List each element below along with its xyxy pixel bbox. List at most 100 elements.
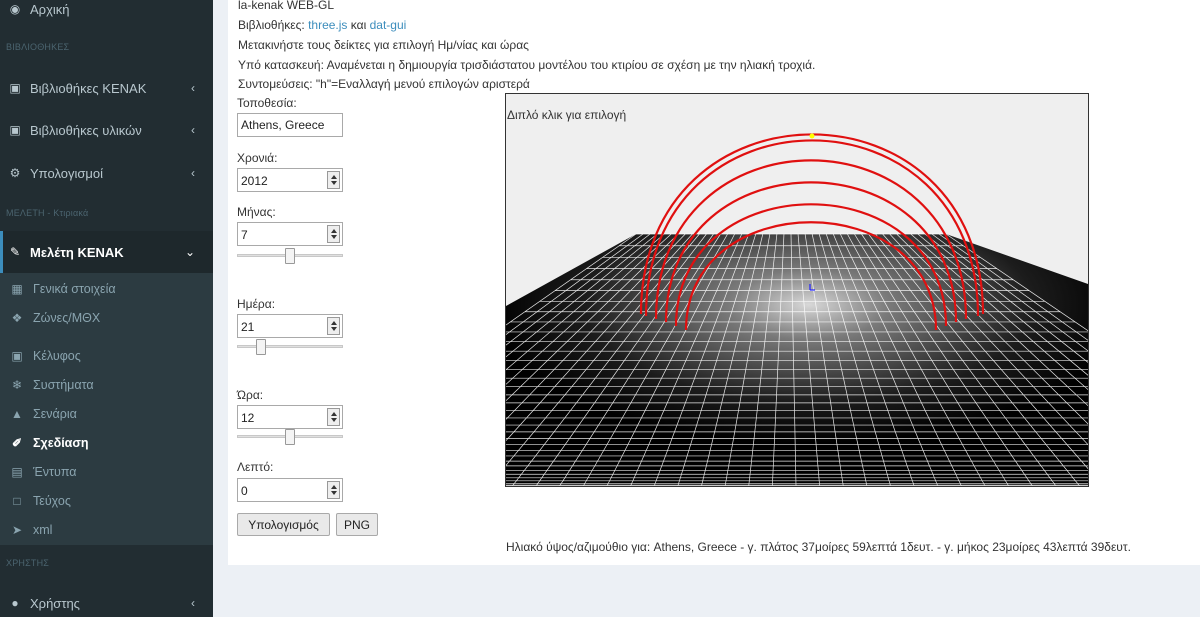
sidebar-subitem-booklet[interactable]: □ Τεύχος	[0, 491, 213, 511]
sidebar-subitem-forms[interactable]: ▤ Έντυπα	[0, 462, 213, 482]
sidebar-item-user[interactable]: ● Χρήστης ‹	[0, 591, 213, 615]
instructions-text: Μετακινήστε τους δείκτες για επιλογή Ημ/…	[238, 38, 529, 52]
png-export-button[interactable]: PNG	[336, 513, 378, 536]
sidebar-item-label: Βιβλιοθήκες ΚΕΝΑΚ	[30, 80, 147, 96]
send-icon: ➤	[11, 523, 23, 537]
slider-track	[237, 345, 343, 348]
solar-status-text: Ηλιακό ύψος/αζιμούθιο για: Athens, Greec…	[506, 540, 1131, 554]
spinner-arrows-icon[interactable]	[327, 481, 340, 499]
sidebar-item-calculations[interactable]: ⚙ Υπολογισμοί ‹	[0, 161, 213, 185]
slider-thumb[interactable]	[285, 248, 295, 264]
sidebar-subitem-systems[interactable]: ❄ Συστήματα	[0, 375, 213, 395]
sidebar-subitem-label: Σενάρια	[33, 407, 77, 421]
paint-brush-icon: ✐	[11, 436, 23, 450]
shortcuts-text: Συντομεύσεις: "h"=Εναλλαγή μενού επιλογώ…	[238, 77, 530, 91]
datgui-link[interactable]: dat-gui	[370, 18, 407, 32]
sidebar-subitem-scenarios[interactable]: ▲ Σενάρια	[0, 404, 213, 424]
sun-path-scene[interactable]	[506, 94, 1088, 486]
sidebar-item-kenak-study[interactable]: ✎ Μελέτη ΚΕΝΑΚ ⌄	[0, 231, 213, 273]
chevron-left-icon: ‹	[191, 123, 195, 137]
sidebar-subitem-label: Συστήματα	[33, 378, 94, 392]
hour-value: 12	[241, 411, 255, 425]
sidebar-subitem-label: xml	[33, 523, 53, 537]
spinner-arrows-icon[interactable]	[327, 408, 340, 426]
minute-spinner[interactable]: 0	[237, 478, 343, 502]
sidebar-item-label: Αρχική	[30, 1, 70, 17]
day-spinner[interactable]: 21	[237, 314, 343, 338]
sidebar-subitem-label: Γενικά στοιχεία	[33, 282, 116, 296]
sidebar-subitem-zones[interactable]: ❖ Ζώνες/ΜΘΧ	[0, 308, 213, 328]
month-slider[interactable]	[237, 248, 343, 264]
location-label: Τοποθεσία:	[237, 96, 297, 110]
spinner-arrows-icon[interactable]	[327, 171, 340, 189]
sidebar-item-label: Βιβλιοθήκες υλικών	[30, 122, 142, 138]
hour-label: Ώρα:	[237, 388, 264, 402]
chevron-down-icon: ⌄	[184, 245, 195, 259]
edit-icon: ✎	[9, 245, 21, 259]
year-value: 2012	[241, 174, 268, 188]
libraries-prefix: Βιβλιοθήκες:	[238, 18, 305, 32]
sidebar-subitem-label: Έντυπα	[33, 465, 77, 479]
under-construction-text: Υπό κατασκευή: Αναμένεται η δημιουργία τ…	[238, 58, 816, 72]
threejs-link[interactable]: three.js	[308, 18, 347, 32]
calculate-button[interactable]: Υπολογισμός	[237, 513, 330, 536]
year-spinner[interactable]: 2012	[237, 168, 343, 192]
sidebar-item-label: Υπολογισμοί	[30, 165, 103, 181]
minute-label: Λεπτό:	[237, 460, 274, 474]
month-spinner[interactable]: 7	[237, 222, 343, 246]
hour-slider[interactable]	[237, 429, 343, 445]
bank-icon: ▣	[9, 123, 21, 137]
sidebar-subitem-drawing[interactable]: ✐ Σχεδίαση	[0, 433, 213, 453]
file-pdf-icon: □	[13, 494, 21, 508]
dashboard-icon: ◉	[9, 2, 21, 16]
sidebar-item-material-libraries[interactable]: ▣ Βιβλιοθήκες υλικών ‹	[0, 118, 213, 142]
app-title: la-kenak WEB-GL	[238, 0, 335, 12]
hour-spinner[interactable]: 12	[237, 405, 343, 429]
sidebar-item-label: Μελέτη ΚΕΝΑΚ	[30, 244, 124, 260]
day-value: 21	[241, 320, 255, 334]
map-icon: ▦	[11, 282, 23, 296]
snowflake-icon: ❄	[11, 378, 23, 392]
sidebar-subitem-xml[interactable]: ➤ xml	[0, 520, 213, 540]
chevron-left-icon: ‹	[191, 166, 195, 180]
sidebar-subitem-label: Τεύχος	[33, 494, 71, 508]
sidebar-submenu: ▦ Γενικά στοιχεία ❖ Ζώνες/ΜΘΧ ▣ Κέλυφος …	[0, 273, 213, 545]
minute-value: 0	[241, 484, 248, 498]
file-excel-icon: ▤	[11, 465, 23, 479]
month-value: 7	[241, 228, 248, 242]
sidebar-subitem-general[interactable]: ▦ Γενικά στοιχεία	[0, 279, 213, 299]
sidebar: ◉ Αρχική ΒΙΒΛΙΟΘΗΚΕΣ ▣ Βιβλιοθήκες ΚΕΝΑΚ…	[0, 0, 213, 617]
spinner-arrows-icon[interactable]	[327, 225, 340, 243]
sitemap-icon: ▲	[11, 407, 23, 421]
day-label: Ημέρα:	[237, 297, 276, 311]
sidebar-subitem-shell[interactable]: ▣ Κέλυφος	[0, 346, 213, 366]
object-group-icon: ▣	[11, 349, 23, 363]
spinner-arrows-icon[interactable]	[327, 317, 340, 335]
sidebar-subitem-label: Κέλυφος	[33, 349, 81, 363]
chevron-left-icon: ‹	[191, 596, 195, 610]
user-icon: ●	[11, 596, 19, 610]
bank-icon: ▣	[9, 81, 21, 95]
sidebar-header-study: ΜΕΛΕΤΗ - Κτιριακά	[6, 208, 89, 218]
sidebar-item-label: Χρήστης	[30, 595, 80, 611]
day-slider[interactable]	[237, 339, 343, 355]
slider-thumb[interactable]	[256, 339, 266, 355]
cubes-icon: ❖	[11, 311, 23, 325]
sun-marker	[809, 133, 815, 139]
sidebar-subitem-label: Ζώνες/ΜΘΧ	[33, 311, 101, 325]
webgl-viewport[interactable]: Διπλό κλικ για επιλογή	[505, 93, 1089, 487]
chevron-left-icon: ‹	[191, 81, 195, 95]
slider-thumb[interactable]	[285, 429, 295, 445]
sidebar-item-home[interactable]: ◉ Αρχική	[0, 0, 213, 18]
content-panel: la-kenak WEB-GL Βιβλιοθήκες: three.js κα…	[228, 0, 1200, 565]
location-input[interactable]	[237, 113, 343, 137]
year-label: Χρονιά:	[237, 151, 278, 165]
libraries-and: και	[350, 18, 367, 32]
sidebar-subitem-label: Σχεδίαση	[33, 436, 89, 450]
sidebar-item-kenak-libraries[interactable]: ▣ Βιβλιοθήκες ΚΕΝΑΚ ‹	[0, 76, 213, 100]
cogs-icon: ⚙	[9, 166, 21, 180]
sidebar-header-user: ΧΡΗΣΤΗΣ	[6, 558, 50, 568]
month-label: Μήνας:	[237, 205, 276, 219]
libraries-line: Βιβλιοθήκες: three.js και dat-gui	[238, 18, 406, 32]
ground-plane	[506, 234, 1088, 486]
